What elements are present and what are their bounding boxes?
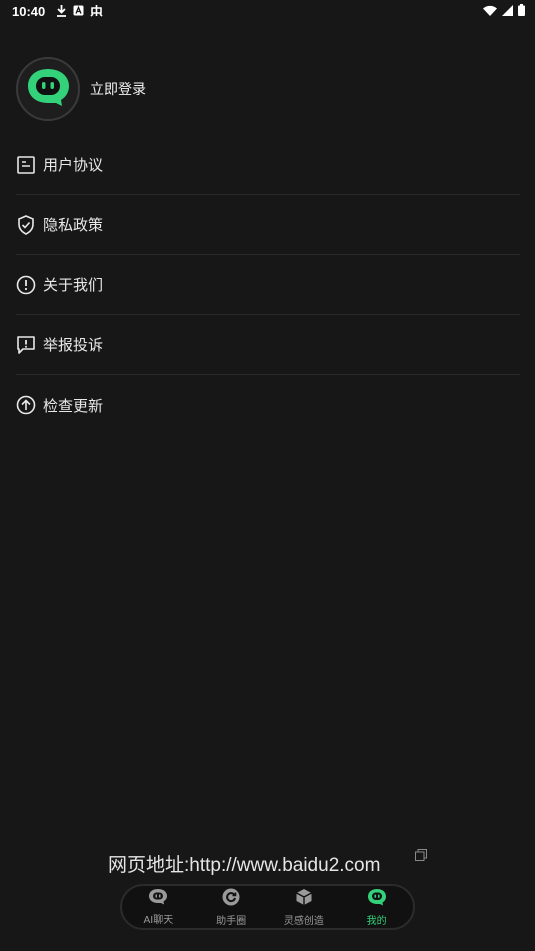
- signal-icon: [502, 4, 513, 19]
- menu-item-check-update[interactable]: 检查更新: [16, 375, 520, 435]
- login-link[interactable]: 立即登录: [90, 79, 146, 99]
- menu-item-report[interactable]: 举报投诉: [16, 315, 520, 375]
- circle-refresh-icon: [222, 888, 240, 909]
- chat-bot-icon: [148, 888, 168, 908]
- tab-label: AI聊天: [143, 915, 174, 926]
- tab-ai-chat[interactable]: AI聊天: [122, 886, 195, 928]
- status-bar: 10:40: [0, 0, 535, 24]
- wifi-icon: [483, 5, 497, 19]
- shield-check-icon: [16, 214, 36, 235]
- cube-icon: [295, 888, 313, 909]
- watermark-url: 网页地址:http://www.baidu2.com: [108, 855, 381, 876]
- tab-label: 助手圈: [216, 915, 247, 927]
- menu-item-label: 隐私政策: [43, 216, 104, 234]
- bot-logo-icon: [25, 67, 71, 111]
- settings-menu: 用户协议 隐私政策 关于我们 举报投诉 检查更新: [16, 135, 520, 435]
- tab-inspiration[interactable]: 灵感创造: [268, 886, 341, 928]
- tab-mine[interactable]: 我的: [340, 886, 413, 928]
- info-circle-icon: [16, 275, 36, 295]
- tab-label: 灵感创造: [283, 915, 324, 927]
- avatar[interactable]: [16, 57, 80, 121]
- menu-item-about-us[interactable]: 关于我们: [16, 255, 520, 315]
- bottom-tab-bar: AI聊天 助手圈 灵感创造 我的: [120, 884, 415, 930]
- battery-icon: [518, 4, 525, 19]
- status-time: 10:40: [12, 4, 46, 19]
- notification-a-icon: [73, 5, 84, 19]
- bug-icon: [90, 4, 103, 20]
- bot-face-icon: [367, 888, 387, 909]
- document-icon: [16, 155, 36, 175]
- profile-header[interactable]: 立即登录: [16, 55, 146, 123]
- tab-label: 我的: [366, 915, 387, 927]
- menu-item-user-agreement[interactable]: 用户协议: [16, 135, 520, 195]
- download-icon: [56, 4, 67, 20]
- menu-item-label: 关于我们: [43, 276, 104, 294]
- menu-item-label: 举报投诉: [43, 336, 104, 354]
- menu-item-label: 检查更新: [43, 396, 104, 415]
- tab-assistant-circle[interactable]: 助手圈: [195, 886, 268, 928]
- arrow-up-circle-icon: [16, 395, 36, 415]
- copy-icon[interactable]: [415, 846, 427, 865]
- report-bubble-icon: [16, 335, 36, 355]
- menu-item-privacy-policy[interactable]: 隐私政策: [16, 195, 520, 255]
- menu-item-label: 用户协议: [43, 156, 104, 174]
